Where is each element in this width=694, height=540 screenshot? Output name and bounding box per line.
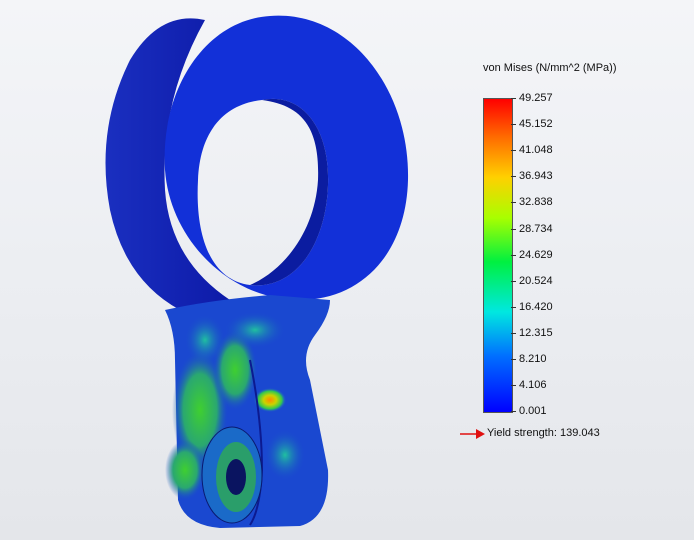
legend-tick-label: 8.210: [519, 353, 547, 365]
mesh-model: [105, 15, 409, 528]
color-scale-bar: [483, 98, 513, 413]
legend-title: von Mises (N/mm^2 (MPa)): [483, 62, 617, 74]
yield-strength-label: Yield strength: 139.043: [487, 427, 600, 439]
legend-tick-mark: [511, 306, 516, 308]
legend-tick-mark: [511, 150, 516, 152]
legend-tick-label: 12.315: [519, 326, 553, 339]
legend-tick-mark: [511, 202, 516, 204]
legend-tick-label: 0.001: [519, 405, 547, 418]
legend-tick-label: 45.152: [519, 118, 553, 131]
legend-tick-mark: [511, 254, 516, 256]
legend-tick-mark: [511, 385, 516, 387]
legend-tick-mark: [511, 332, 516, 334]
yield-arrow-icon: [460, 429, 485, 439]
legend-tick-label: 4.106: [519, 379, 547, 392]
legend-tick-label: 28.734: [519, 222, 553, 235]
legend-tick-label: 32.838: [519, 196, 553, 209]
legend-tick-mark: [511, 228, 516, 230]
legend-tick-label: 24.629: [519, 248, 553, 261]
legend-tick-label: 41.048: [519, 144, 553, 157]
model-viewport[interactable]: [0, 0, 694, 540]
legend-tick-mark: [511, 124, 516, 126]
legend-tick-mark: [511, 98, 516, 99]
legend-tick-mark: [511, 176, 516, 178]
legend-tick-mark: [511, 411, 516, 413]
legend-tick-label: 49.257: [519, 92, 553, 104]
legend-tick-label: 36.943: [519, 170, 553, 183]
legend-tick-mark: [511, 359, 516, 360]
legend-tick-label: 16.420: [519, 300, 553, 313]
legend-tick-label: 20.524: [519, 274, 553, 287]
legend-tick-mark: [511, 280, 516, 282]
